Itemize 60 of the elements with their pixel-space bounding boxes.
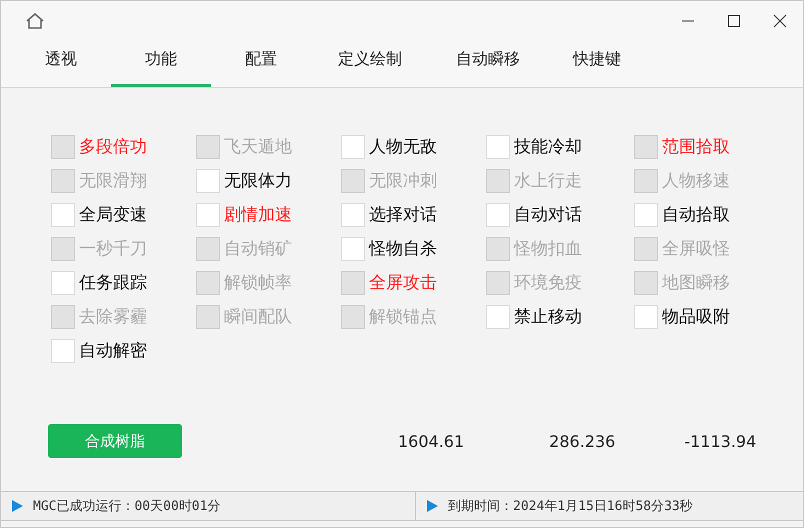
tab[interactable]: 透视 (11, 41, 111, 87)
option-label: 飞天遁地 (224, 136, 292, 158)
maximize-icon[interactable] (727, 14, 741, 28)
option-label: 瞬间配队 (224, 306, 292, 328)
tab[interactable]: 快捷键 (547, 41, 647, 87)
option-label: 怪物扣血 (514, 238, 582, 260)
checkbox[interactable] (341, 134, 365, 158)
option-label: 地图瞬移 (662, 272, 730, 294)
option-label: 人物无敌 (369, 136, 437, 158)
reading-value: 1604.61 (398, 432, 464, 450)
app-icon (25, 12, 45, 30)
checkbox[interactable] (51, 270, 75, 294)
checkbox[interactable] (486, 304, 510, 328)
option-label: 无限体力 (224, 170, 292, 192)
option-label: 选择对话 (369, 204, 437, 226)
tab[interactable]: 定义绘制 (311, 41, 429, 87)
status-text: 到期时间：2024年1月15日16时58分33秒 (448, 498, 693, 515)
option-label: 自动拾取 (662, 204, 730, 226)
reading-value: -1113.94 (684, 432, 756, 450)
option-label: 多段倍功 (79, 136, 147, 158)
reading-value: 286.236 (549, 432, 616, 450)
tab[interactable]: 功能 (111, 41, 211, 87)
option-label: 任务跟踪 (79, 272, 147, 294)
option-label: 自动销矿 (224, 238, 292, 260)
checkbox[interactable] (486, 202, 510, 226)
checkbox[interactable] (341, 236, 365, 260)
option-label: 去除雾霾 (79, 306, 147, 328)
option-label: 剧情加速 (224, 204, 292, 226)
option-label: 自动对话 (514, 204, 582, 226)
option-label: 全局变速 (79, 204, 147, 226)
option-label: 禁止移动 (514, 306, 582, 328)
tab[interactable]: 自动瞬移 (429, 41, 547, 87)
play-icon (11, 500, 23, 512)
option-label: 技能冷却 (514, 136, 582, 158)
option-label: 人物移速 (662, 170, 730, 192)
option-label: 一秒千刀 (79, 238, 147, 260)
checkbox[interactable] (196, 168, 220, 192)
checkbox[interactable] (51, 202, 75, 226)
option-label: 范围拾取 (662, 136, 730, 158)
option-label: 自动解密 (79, 340, 147, 362)
option-label: 无限滑翔 (79, 170, 147, 192)
option-label: 无限冲刺 (369, 170, 437, 192)
option-label: 怪物自杀 (369, 238, 437, 260)
checkbox[interactable] (486, 134, 510, 158)
checkbox[interactable] (341, 202, 365, 226)
option-label: 全屏攻击 (369, 272, 437, 294)
checkbox[interactable] (51, 338, 75, 362)
tab[interactable]: 配置 (211, 41, 311, 87)
checkbox[interactable] (634, 304, 658, 328)
option-label: 解锁帧率 (224, 272, 292, 294)
checkbox[interactable] (634, 202, 658, 226)
option-label: 水上行走 (514, 170, 582, 192)
option-label: 环境免疫 (514, 272, 582, 294)
option-label: 解锁锚点 (369, 306, 437, 328)
checkbox[interactable] (196, 202, 220, 226)
close-icon[interactable] (773, 14, 787, 28)
option-label: 全屏吸怪 (662, 238, 730, 260)
option-label: 物品吸附 (662, 306, 730, 328)
status-text: MGC已成功运行：00天00时01分 (33, 498, 220, 515)
play-icon (426, 500, 438, 512)
